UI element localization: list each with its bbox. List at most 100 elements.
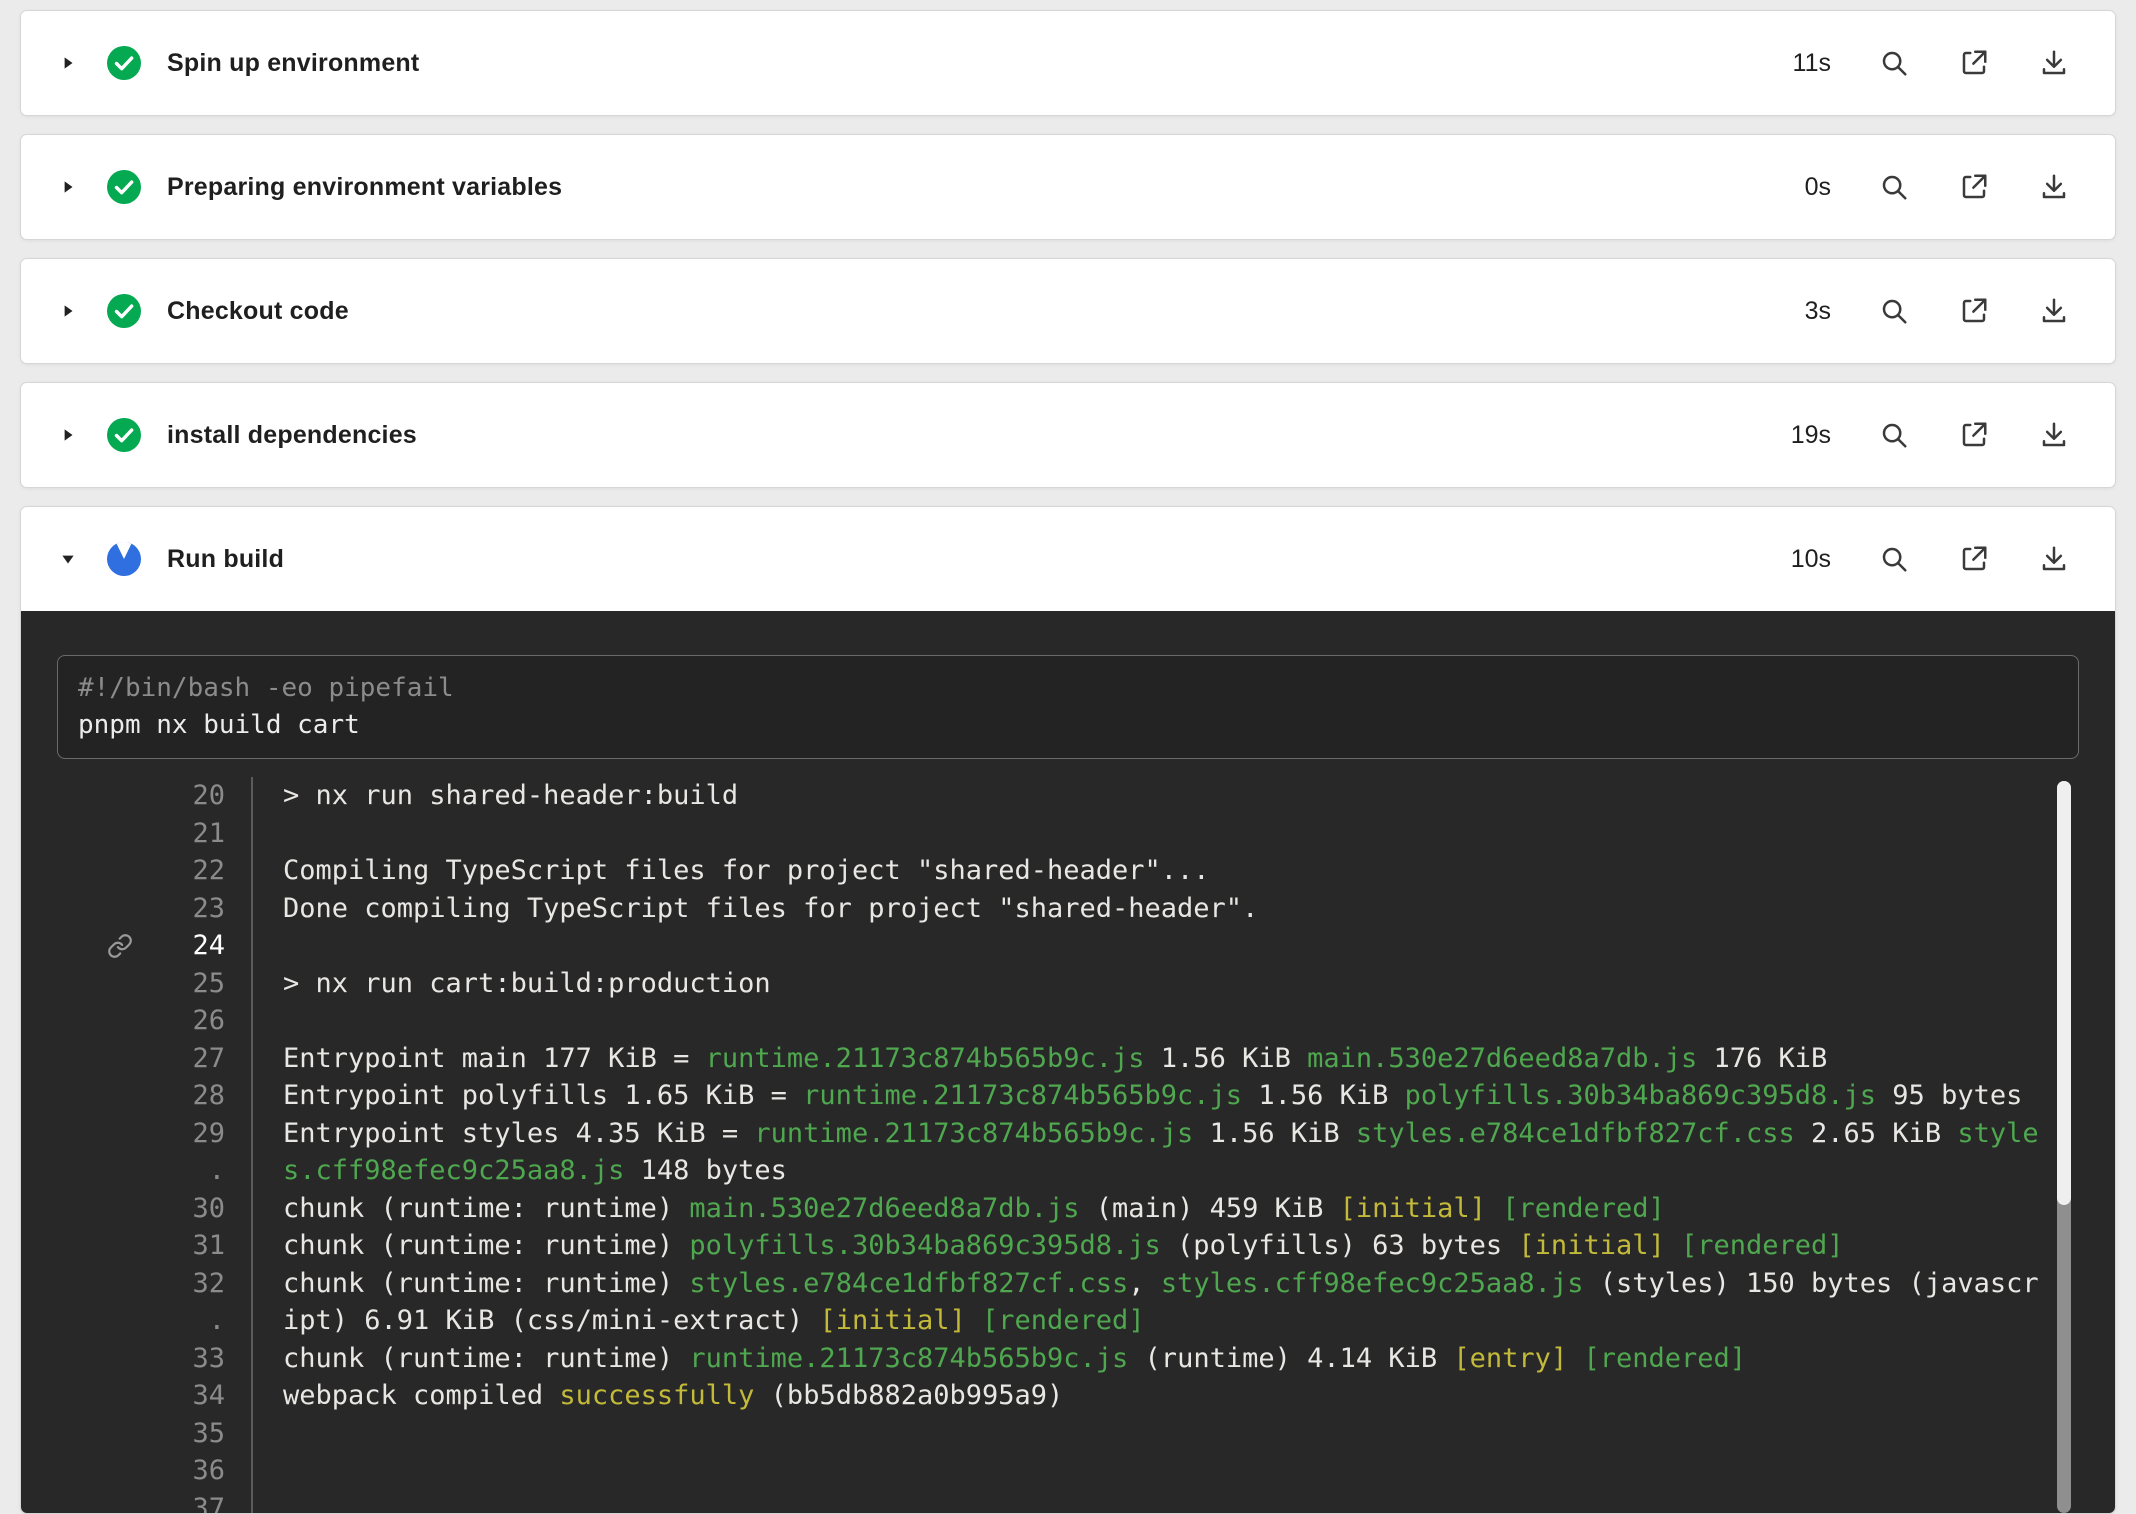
step-header[interactable]: Checkout code 3s xyxy=(21,259,2115,363)
log-line-number[interactable]: . xyxy=(57,1302,253,1340)
log-line-number[interactable]: 31 xyxy=(57,1227,253,1265)
log-line-number[interactable]: 36 xyxy=(57,1452,253,1490)
download-logs-button[interactable] xyxy=(2037,542,2071,576)
download-icon xyxy=(2039,48,2069,78)
log-line-number[interactable]: 29 xyxy=(57,1115,253,1153)
log-line: 37 xyxy=(57,1490,2079,1514)
download-logs-button[interactable] xyxy=(2037,294,2071,328)
log-line: 36 xyxy=(57,1452,2079,1490)
step-header[interactable]: Run build 10s xyxy=(21,507,2115,611)
log-line-text: > nx run shared-header:build xyxy=(253,777,738,815)
open-in-new-button[interactable] xyxy=(1957,46,1991,80)
log-line-text xyxy=(253,1452,283,1490)
log-line: 21 xyxy=(57,815,2079,853)
open-in-new-icon xyxy=(1959,172,1989,202)
log-line-text xyxy=(253,927,283,965)
log-line: 26 xyxy=(57,1002,2079,1040)
log-line-text: chunk (runtime: runtime) runtime.21173c8… xyxy=(253,1340,1746,1378)
search-logs-button[interactable] xyxy=(1877,46,1911,80)
log-line: 25> nx run cart:build:production xyxy=(57,965,2079,1003)
search-icon xyxy=(1879,48,1909,78)
log-line-number[interactable]: 37 xyxy=(57,1490,253,1514)
search-logs-button[interactable] xyxy=(1877,170,1911,204)
log-line-text: > nx run cart:build:production xyxy=(253,965,771,1003)
caret-icon[interactable] xyxy=(59,550,81,568)
command-box[interactable]: #!/bin/bash -eo pipefailpnpm nx build ca… xyxy=(57,655,2079,759)
status-running-icon xyxy=(107,542,141,576)
download-logs-button[interactable] xyxy=(2037,46,2071,80)
log-line-number[interactable]: 27 xyxy=(57,1040,253,1078)
step-duration: 0s xyxy=(1805,173,1831,202)
log-line-number[interactable]: 33 xyxy=(57,1340,253,1378)
log-line: 35 xyxy=(57,1415,2079,1453)
log-line-number[interactable]: 32 xyxy=(57,1265,253,1303)
search-logs-button[interactable] xyxy=(1877,294,1911,328)
step-title: Preparing environment variables xyxy=(167,173,562,202)
log-line-number[interactable]: 20 xyxy=(57,777,253,815)
status-success-icon xyxy=(107,46,141,80)
open-in-new-button[interactable] xyxy=(1957,542,1991,576)
caret-icon[interactable] xyxy=(59,302,81,320)
log-lines: 20> nx run shared-header:build2122Compil… xyxy=(57,777,2079,1513)
download-logs-button[interactable] xyxy=(2037,170,2071,204)
log-line-number[interactable]: 22 xyxy=(57,852,253,890)
log-line: .ipt) 6.91 KiB (css/mini-extract) [initi… xyxy=(57,1302,2079,1340)
command-line: #!/bin/bash -eo pipefail xyxy=(78,670,2058,707)
caret-down-icon xyxy=(59,550,77,568)
step-header[interactable]: Spin up environment 11s xyxy=(21,11,2115,115)
step-duration: 19s xyxy=(1791,421,1831,450)
open-in-new-button[interactable] xyxy=(1957,170,1991,204)
open-in-new-button[interactable] xyxy=(1957,418,1991,452)
download-icon xyxy=(2039,172,2069,202)
step-header[interactable]: install dependencies 19s xyxy=(21,383,2115,487)
open-in-new-icon xyxy=(1959,48,1989,78)
log-line-text: Entrypoint styles 4.35 KiB = runtime.211… xyxy=(253,1115,2039,1153)
caret-icon[interactable] xyxy=(59,54,81,72)
download-logs-button[interactable] xyxy=(2037,418,2071,452)
step-title: Spin up environment xyxy=(167,49,419,78)
log-line: 22Compiling TypeScript files for project… xyxy=(57,852,2079,890)
log-line-number[interactable]: 30 xyxy=(57,1190,253,1228)
log-scrollbar[interactable] xyxy=(2057,781,2071,1513)
build-step-card: Spin up environment 11s xyxy=(20,10,2116,116)
log-line-number[interactable]: . xyxy=(57,1152,253,1190)
step-title: install dependencies xyxy=(167,421,417,450)
log-line-number[interactable]: 25 xyxy=(57,965,253,1003)
step-header[interactable]: Preparing environment variables 0s xyxy=(21,135,2115,239)
log-line-number[interactable]: 24 xyxy=(57,927,253,965)
log-line-number[interactable]: 34 xyxy=(57,1377,253,1415)
search-logs-button[interactable] xyxy=(1877,418,1911,452)
search-icon xyxy=(1879,172,1909,202)
log-line-text: chunk (runtime: runtime) polyfills.30b34… xyxy=(253,1227,1844,1265)
log-line-text: s.cff98efec9c25aa8.js 148 bytes xyxy=(253,1152,787,1190)
log-line-text: chunk (runtime: runtime) main.530e27d6ee… xyxy=(253,1190,1665,1228)
log-line-text: Entrypoint main 177 KiB = runtime.21173c… xyxy=(253,1040,1827,1078)
status-success-icon xyxy=(107,418,141,452)
log-line-number[interactable]: 23 xyxy=(57,890,253,928)
log-line-number[interactable]: 26 xyxy=(57,1002,253,1040)
caret-right-icon xyxy=(59,426,77,444)
log-line-number[interactable]: 35 xyxy=(57,1415,253,1453)
log-line-number[interactable]: 28 xyxy=(57,1077,253,1115)
caret-icon[interactable] xyxy=(59,426,81,444)
log-line: 30chunk (runtime: runtime) main.530e27d6… xyxy=(57,1190,2079,1228)
caret-right-icon xyxy=(59,54,77,72)
caret-icon[interactable] xyxy=(59,178,81,196)
line-link-icon[interactable] xyxy=(107,933,133,959)
log-scrollbar-thumb[interactable] xyxy=(2057,781,2071,1205)
open-in-new-button[interactable] xyxy=(1957,294,1991,328)
search-logs-button[interactable] xyxy=(1877,542,1911,576)
status-success-icon xyxy=(107,294,141,328)
log-line-number[interactable]: 21 xyxy=(57,815,253,853)
step-duration: 3s xyxy=(1805,297,1831,326)
log-line-text xyxy=(253,1002,283,1040)
log-line: .s.cff98efec9c25aa8.js 148 bytes xyxy=(57,1152,2079,1190)
step-title: Checkout code xyxy=(167,297,349,326)
step-duration: 11s xyxy=(1793,49,1831,78)
caret-right-icon xyxy=(59,302,77,320)
step-title: Run build xyxy=(167,545,284,574)
log-line: 27Entrypoint main 177 KiB = runtime.2117… xyxy=(57,1040,2079,1078)
build-step-card: Run build 10s #!/bin/bash -eo p xyxy=(20,506,2116,1514)
log-line: 20> nx run shared-header:build xyxy=(57,777,2079,815)
search-icon xyxy=(1879,296,1909,326)
